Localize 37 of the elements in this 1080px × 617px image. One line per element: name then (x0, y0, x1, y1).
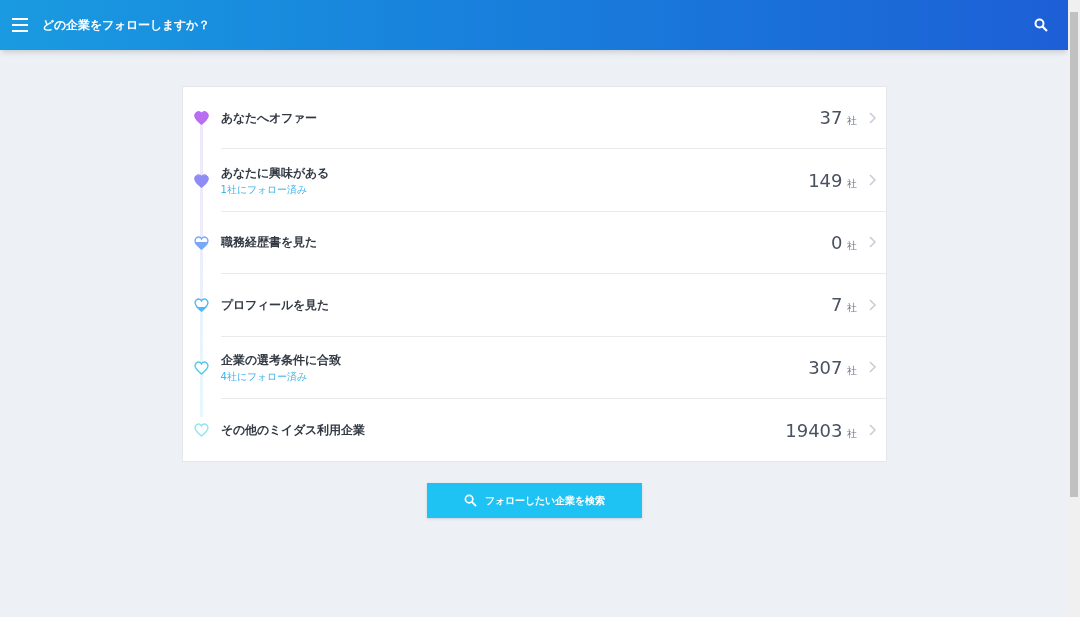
chevron-right-icon (868, 174, 876, 187)
chevron-right-icon (868, 111, 876, 124)
stage-row[interactable]: 企業の選考条件に合致 4社にフォロー済み 307 社 (182, 336, 886, 399)
count-unit: 社 (846, 363, 857, 378)
stage-row[interactable]: あなたに興味がある 1社にフォロー済み 149 社 (182, 149, 886, 212)
menu-icon[interactable] (12, 18, 28, 32)
chevron-right-icon (868, 361, 876, 374)
stage-row[interactable]: プロフィールを見た 7 社 (182, 274, 886, 337)
stage-row[interactable]: 職務経歴書を見た 0 社 (182, 211, 886, 275)
search-icon (463, 494, 477, 508)
company-count: 0 (831, 230, 843, 255)
company-count: 19403 (785, 418, 843, 443)
count-unit: 社 (846, 176, 857, 191)
stage-label: あなたへオファー (220, 109, 318, 127)
stage-label: 企業の選考条件に合致 (220, 351, 342, 369)
stage-row[interactable]: その他のミイダス利用企業 19403 社 (182, 398, 886, 462)
search-icon[interactable] (1034, 18, 1048, 32)
stage-row[interactable]: あなたへオファー 37 社 (182, 87, 886, 150)
chevron-right-icon (868, 236, 876, 249)
stage-label: プロフィールを見た (220, 296, 330, 314)
chevron-right-icon (868, 298, 876, 311)
company-count: 37 (819, 106, 843, 131)
count-unit: 社 (846, 301, 857, 316)
count-unit: 社 (846, 114, 857, 129)
company-count: 307 (808, 355, 843, 380)
scrollbar[interactable] (1068, 0, 1080, 617)
page-title: どの企業をフォローしますか？ (42, 17, 210, 34)
followed-note: 1社にフォロー済み (220, 182, 308, 197)
stage-label: その他のミイダス利用企業 (220, 422, 366, 440)
followed-note: 4社にフォロー済み (220, 369, 308, 384)
company-count: 7 (831, 293, 843, 318)
stage-label: あなたに興味がある (220, 164, 330, 182)
count-unit: 社 (846, 426, 857, 441)
chevron-right-icon (868, 424, 876, 437)
stage-label: 職務経歴書を見た (220, 234, 318, 252)
count-unit: 社 (846, 238, 857, 253)
company-count: 149 (808, 168, 843, 193)
